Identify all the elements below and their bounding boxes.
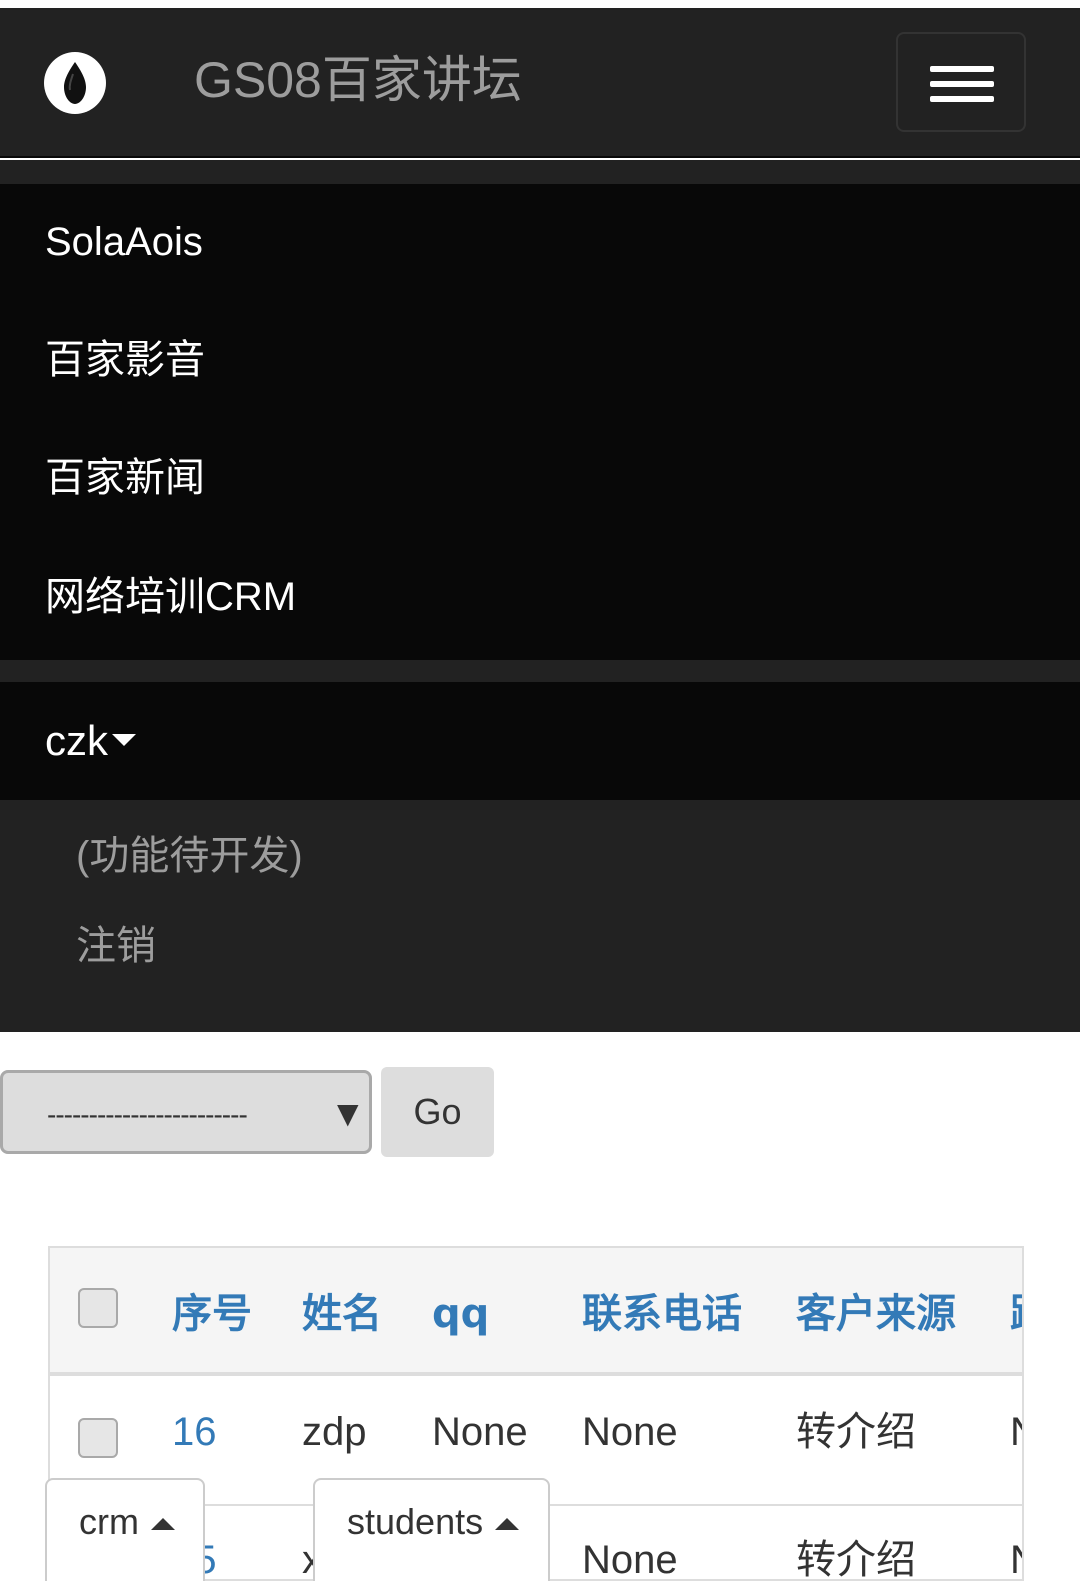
nav-menu: SolaAois 百家影音 百家新闻 网络培训CRM <box>0 184 1080 660</box>
hamburger-bar <box>930 96 994 102</box>
top-band <box>0 0 1080 8</box>
cell-id[interactable]: 16 <box>172 1406 217 1458</box>
cell-name: zdp <box>302 1410 367 1454</box>
column-header-id[interactable]: 序号 <box>172 1288 252 1340</box>
dropdown-item-pending[interactable]: (功能待开发) <box>76 830 303 882</box>
tab-crm[interactable]: crm <box>45 1478 205 1581</box>
caret-up-icon <box>151 1518 175 1530</box>
tab-students[interactable]: students <box>313 1478 550 1581</box>
hamburger-bar <box>930 81 994 87</box>
column-header-phone[interactable]: 联系电话 <box>582 1288 742 1340</box>
nav-item-solaaois[interactable]: SolaAois <box>45 216 203 268</box>
navbar: GS08百家讲坛 <box>0 8 1080 158</box>
user-dropdown: (功能待开发) 注销 <box>0 800 1080 1032</box>
brand-title[interactable]: GS08百家讲坛 <box>194 50 522 110</box>
cell-source: 转介绍 <box>796 1538 916 1581</box>
cell-qq: None <box>432 1410 528 1454</box>
select-arrow-icon: ▼ <box>337 1097 359 1130</box>
caret-down-icon <box>112 734 136 746</box>
nav-gap <box>0 160 1080 184</box>
go-button[interactable]: Go <box>381 1067 494 1157</box>
user-name[interactable]: czk <box>45 715 108 767</box>
tab-label: crm <box>79 1501 139 1542</box>
column-header-source[interactable]: 客户来源 <box>796 1288 956 1340</box>
dropdown-item-logout[interactable]: 注销 <box>76 920 156 972</box>
ink-drop-icon[interactable] <box>44 52 106 114</box>
hamburger-icon[interactable] <box>896 32 1026 132</box>
hamburger-bar <box>930 66 994 72</box>
cell-phone: None <box>582 1410 678 1454</box>
tab-label: students <box>347 1501 484 1542</box>
action-select-value: ------------------------ <box>47 1099 248 1130</box>
cell-source: 转介绍 <box>796 1410 916 1454</box>
nav-item-media[interactable]: 百家影音 <box>45 334 205 386</box>
column-header-name[interactable]: 姓名 <box>302 1288 382 1340</box>
nav-item-crm[interactable]: 网络培训CRM <box>45 571 296 623</box>
nav-divider <box>0 660 1080 682</box>
table-header: 序号 姓名 qq 联系电话 客户来源 跟 <box>50 1248 1022 1376</box>
cell-follow: N <box>1010 1534 1022 1579</box>
cell-follow: N <box>1010 1406 1022 1458</box>
column-header-qq[interactable]: qq <box>432 1288 489 1340</box>
row-checkbox[interactable] <box>78 1418 118 1458</box>
select-all-checkbox[interactable] <box>78 1288 118 1328</box>
user-menu[interactable]: czk <box>0 682 1080 800</box>
action-select[interactable]: ------------------------ ▼ <box>0 1070 372 1154</box>
nav-item-news[interactable]: 百家新闻 <box>45 452 205 504</box>
column-header-follow[interactable]: 跟 <box>1010 1288 1022 1340</box>
cell-phone: None <box>582 1538 678 1581</box>
caret-up-icon <box>495 1518 519 1530</box>
